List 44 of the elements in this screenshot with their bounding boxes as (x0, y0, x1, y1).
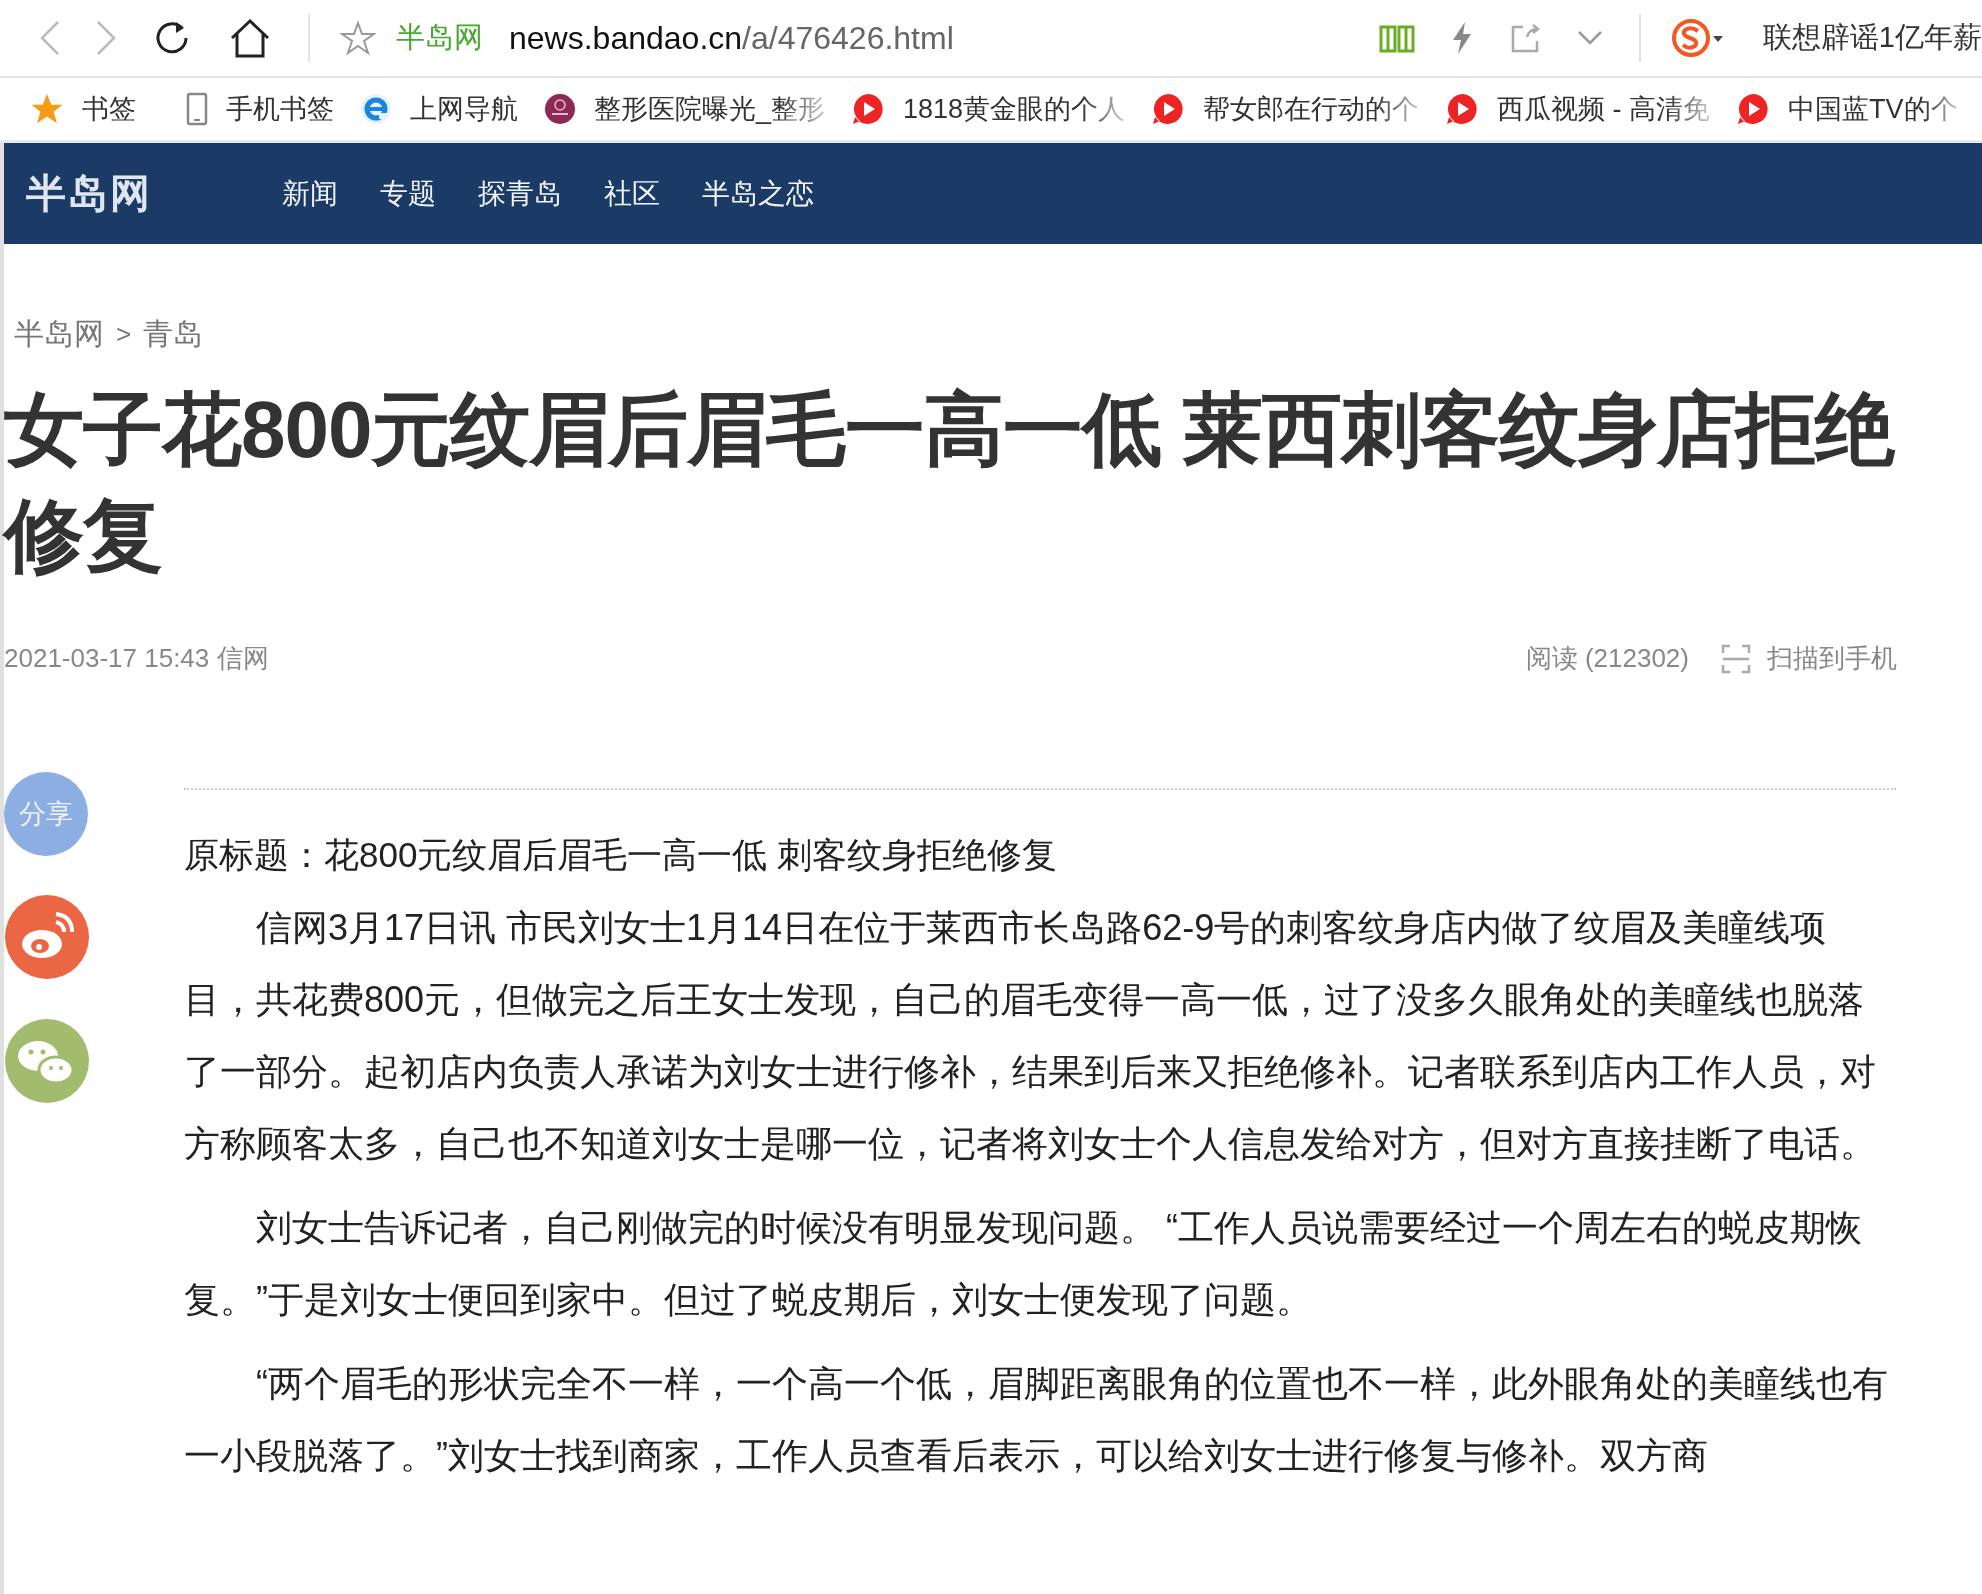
back-icon[interactable] (40, 20, 60, 56)
article-paragraph: 信网3月17日讯 市民刘女士1月14日在位于莱西市长岛路62-9号的刺客纹身店内做了纹眉及美瞳线项目，共花费800元，但做完之后王女士发现，自己的眉毛变得一高一低，过了没多久眼角处的美瞳线也脱落了一部分。起初店内负责人承诺为刘女士进行修补，结果到后来又拒绝修补。记者联系到店内工作人员，对方称顾客太多，自己也不知道刘女士是哪一位，记者将刘女士个人信息发给对方，但对方直接挂断了电话。 (184, 906, 1877, 1166)
play-icon (1445, 92, 1480, 126)
bookmark[interactable]: 整形医院曝光_整形 (544, 91, 826, 127)
bookmark[interactable]: 帮女郎在行动的个 (1151, 91, 1420, 127)
search-suggestion[interactable]: 联想辟谣1亿年薪 (1762, 18, 1982, 58)
weibo-icon[interactable] (4, 894, 90, 980)
home-icon[interactable] (228, 18, 272, 58)
bookmark[interactable]: 中国蓝TV的个 (1736, 91, 1958, 127)
play-icon (1151, 92, 1186, 126)
scan-icon (1721, 643, 1751, 674)
chevron-down-icon[interactable] (1576, 30, 1603, 46)
article-paragraph: “两个眉毛的形状完全不一样，一个高一个低，眉脚距离眼角的位置也不一样，此外眼角处的美瞳线也有一小段脱落了。”刘女士找到商家，工作人员查看后表示，可以给刘女士进行修复与修补。双方商 (184, 1362, 1889, 1478)
phone-icon (186, 92, 208, 126)
breadcrumb-separator: > (116, 319, 132, 350)
browser-e-icon (360, 93, 392, 125)
address-field[interactable]: 半岛网 news.bandao.cn/a/476426.html (396, 18, 1379, 58)
nav-link[interactable]: 专题 (380, 174, 436, 213)
nav-link[interactable]: 新闻 (282, 174, 338, 213)
nav-link[interactable]: 社区 (604, 174, 660, 213)
publish-info: 2021-03-17 15:43 信网 (4, 642, 269, 675)
breadcrumb-link[interactable]: 半岛网 (14, 314, 104, 355)
article-paragraph: 刘女士告诉记者，自己刚做完的时候没有明显发现问题。 “工作人员说需要经过一个周左右的蜕皮期恢复。”于是刘女士便回到家中。但过了蜕皮期后，刘女士便发现了问题。 (184, 1206, 1863, 1322)
bookmark[interactable]: 书签 (30, 91, 136, 127)
bookmark[interactable]: 手机书签 (186, 91, 334, 127)
wechat-icon[interactable] (4, 1018, 90, 1104)
bookmark[interactable]: 上网导航 (360, 91, 518, 127)
lightning-icon[interactable] (1450, 21, 1473, 55)
nav-link[interactable]: 探青岛 (478, 174, 562, 213)
article-title: 女子花800元纹眉后眉毛一高一低 莱西刺客纹身店拒绝修复 (4, 384, 1897, 582)
original-title: 原标题：花800元纹眉后眉毛一高一低 刺客纹身拒绝修复 (184, 834, 1059, 876)
star-icon[interactable] (340, 20, 376, 56)
breadcrumb-link[interactable]: 青岛 (143, 314, 204, 355)
nav-link[interactable]: 半岛之恋 (702, 174, 814, 213)
star-icon (30, 92, 64, 126)
play-icon (1736, 92, 1771, 126)
play-icon (851, 92, 886, 126)
scan-to-phone-link[interactable]: 扫描到手机 (1721, 641, 1897, 676)
book-icon[interactable] (1378, 23, 1415, 53)
forward-icon[interactable] (96, 20, 116, 56)
bookmark[interactable]: 西瓜视频 - 高清免 (1445, 91, 1711, 127)
site-logo[interactable]: 半岛网 (26, 166, 152, 221)
bookmark[interactable]: 1818黄金眼的个人 (851, 91, 1126, 127)
read-count: 阅读 (212302) (1525, 642, 1689, 675)
